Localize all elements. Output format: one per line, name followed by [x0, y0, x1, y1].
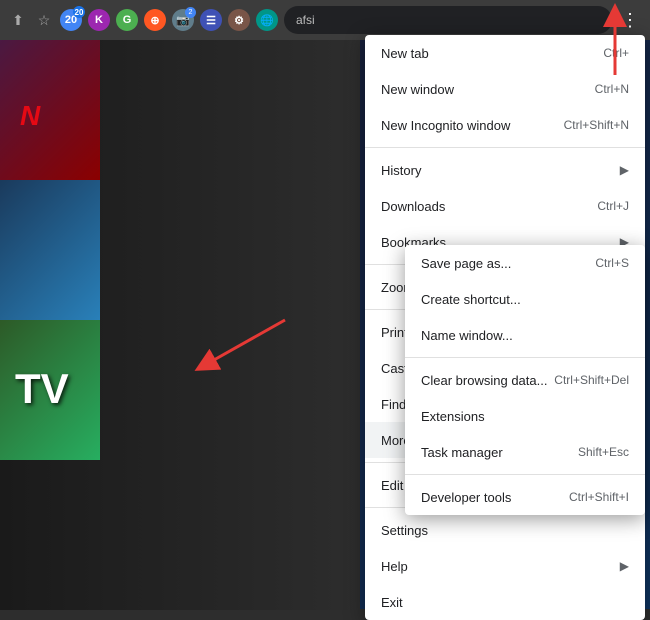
browser-toolbar: ⬆ ☆ 20 20 K G ⊕ 📷 2 ☰ ⚙ 🌐 afsi ⋮ — [0, 0, 650, 40]
netflix-title: TV — [15, 368, 69, 410]
address-bar[interactable]: afsi — [284, 6, 612, 34]
menu-item-incognito[interactable]: New Incognito window Ctrl+Shift+N — [365, 107, 645, 143]
ext-icon-1[interactable]: 20 20 — [60, 9, 82, 31]
netflix-logo: N — [20, 100, 40, 132]
menu-item-help[interactable]: Help ▶ — [365, 548, 645, 584]
ext-icon-camera-wrapper[interactable]: 📷 2 — [172, 9, 194, 31]
ext-icon-6[interactable]: ☰ — [200, 9, 222, 31]
menu-item-new-tab[interactable]: New tab Ctrl+ — [365, 35, 645, 71]
submenu-divider-2 — [405, 474, 645, 475]
netflix-background: N TV — [0, 40, 360, 610]
ext-icon-3[interactable]: G — [116, 9, 138, 31]
ext-icon-2[interactable]: K — [88, 9, 110, 31]
bookmark-star-icon[interactable]: ☆ — [34, 10, 54, 30]
menu-item-exit[interactable]: Exit — [365, 584, 645, 620]
ext-icon-4[interactable]: ⊕ — [144, 9, 166, 31]
submenu-save-page[interactable]: Save page as... Ctrl+S — [405, 245, 645, 281]
ext-icon-7[interactable]: ⚙ — [228, 9, 250, 31]
menu-item-settings[interactable]: Settings — [365, 512, 645, 548]
submenu-divider-1 — [405, 357, 645, 358]
ext-badge: 2 — [185, 7, 196, 18]
more-tools-submenu: Save page as... Ctrl+S Create shortcut..… — [405, 245, 645, 515]
menu-item-history[interactable]: History ▶ — [365, 152, 645, 188]
share-icon[interactable]: ⬆ — [8, 10, 28, 30]
menu-divider-1 — [365, 147, 645, 148]
submenu-clear-browsing[interactable]: Clear browsing data... Ctrl+Shift+Del — [405, 362, 645, 398]
menu-item-new-window[interactable]: New window Ctrl+N — [365, 71, 645, 107]
address-text: afsi — [296, 13, 315, 27]
menu-item-downloads[interactable]: Downloads Ctrl+J — [365, 188, 645, 224]
main-menu-button[interactable]: ⋮ — [618, 8, 642, 32]
submenu-name-window[interactable]: Name window... — [405, 317, 645, 353]
submenu-developer-tools[interactable]: Developer tools Ctrl+Shift+I — [405, 479, 645, 515]
submenu-task-manager[interactable]: Task manager Shift+Esc — [405, 434, 645, 470]
poster-2 — [0, 180, 100, 320]
submenu-create-shortcut[interactable]: Create shortcut... — [405, 281, 645, 317]
poster-1 — [0, 40, 100, 180]
submenu-extensions[interactable]: Extensions — [405, 398, 645, 434]
ext-icon-8[interactable]: 🌐 — [256, 9, 278, 31]
